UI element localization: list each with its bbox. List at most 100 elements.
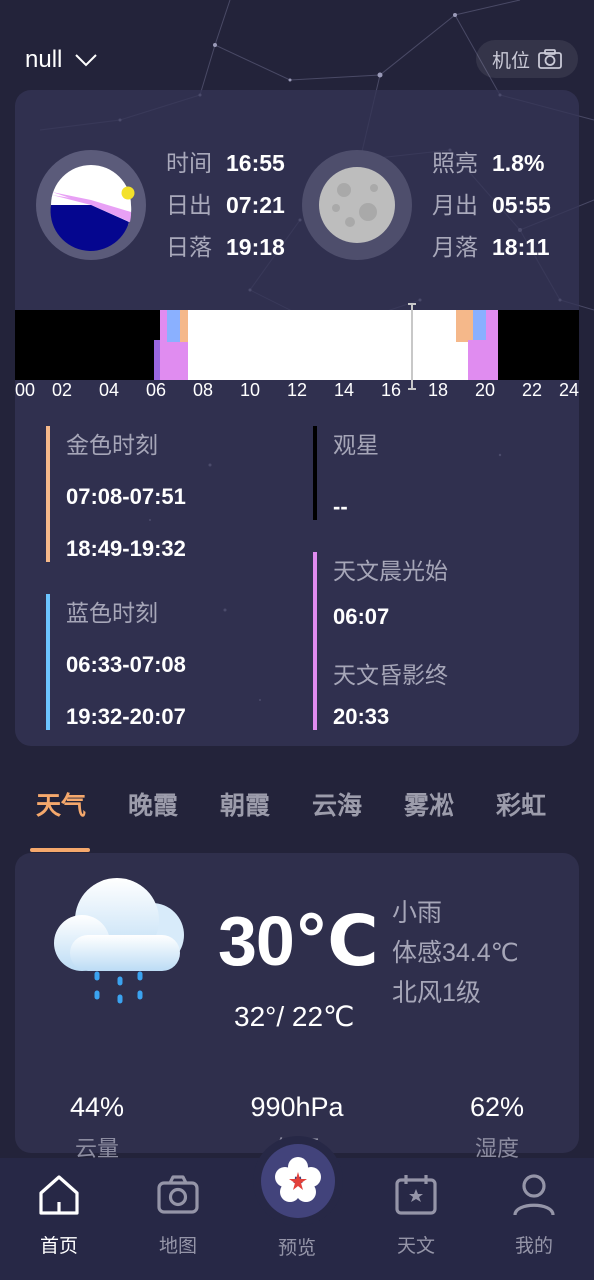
tab-cloud-sea[interactable]: 云海 (312, 786, 362, 822)
blue-hour-title: 蓝色时刻 (66, 600, 158, 626)
moon-illumination-label: 照亮 (432, 150, 478, 176)
tab-rainbow[interactable]: 彩虹 (496, 786, 546, 822)
active-tab-indicator (30, 848, 90, 852)
timeline-hour-tick: 16 (380, 380, 402, 400)
location-name: null (25, 46, 63, 73)
sun-time-row: 时间 16:55 (166, 142, 285, 184)
nav-astronomy-label: 天文 (396, 1236, 435, 1257)
nav-profile-label: 我的 (514, 1236, 553, 1257)
golden-hour-title: 金色时刻 (66, 432, 158, 458)
moon-illumination-row: 照亮 1.8% (432, 142, 551, 184)
sun-info: 时间 16:55 日出 07:21 日落 19:18 (166, 142, 285, 268)
timeline-daylight (188, 310, 469, 380)
timeline-hour-tick: 04 (98, 380, 120, 400)
location-selector[interactable]: null (25, 46, 98, 74)
user-icon (513, 1174, 555, 1216)
timeline-hour-tick: 18 (427, 380, 449, 400)
golden-hour-evening: 18:49-19:32 (66, 536, 186, 561)
moon-illumination-value: 1.8% (492, 150, 545, 176)
timeline-hour-tick: 06 (145, 380, 167, 400)
astro-dusk-title: 天文昏影终 (333, 662, 448, 688)
nav-preview-label: 预览 (277, 1238, 317, 1259)
moonrise-row: 月出 05:55 (432, 184, 551, 226)
sunrise-value: 07:21 (226, 192, 285, 218)
chevron-down-icon (75, 54, 98, 67)
humidity-stat: 62% 湿度 (470, 1092, 524, 1163)
timeline-hour-axis: 00 02 04 06 08 10 12 14 16 18 20 22 24 (15, 380, 579, 404)
top-bar: null 机位 (0, 0, 594, 90)
humidity-value: 62% (469, 1092, 525, 1122)
timeline-hour-tick: 12 (286, 380, 308, 400)
nav-home[interactable]: 首页 (14, 1172, 104, 1258)
moon-info: 照亮 1.8% 月出 05:55 月落 18:11 (432, 142, 551, 268)
nav-profile[interactable]: 我的 (489, 1172, 579, 1258)
cloud-cover-value: 44% (69, 1092, 125, 1122)
nav-home-label: 首页 (39, 1236, 78, 1257)
sunrise-row: 日出 07:21 (166, 184, 285, 226)
astronomical-twilight-block: 天文晨光始 06:07 天文昏影终 20:33 (313, 552, 563, 730)
moonset-value: 18:11 (492, 234, 550, 260)
forecast-tabs: 天气 晚霞 朝霞 云海 雾凇 彩虹 (0, 780, 594, 850)
moon-phase-dial (302, 150, 412, 260)
sunset-row: 日落 19:18 (166, 226, 285, 268)
tab-sunset-glow[interactable]: 晚霞 (128, 786, 178, 822)
timeline-hour-tick: 20 (474, 380, 496, 400)
tab-rime[interactable]: 雾凇 (404, 786, 454, 822)
golden-hour-block: 金色时刻 07:08-07:51 18:49-19:32 (46, 426, 296, 562)
timeline-hour-tick: 02 (51, 380, 73, 400)
stargazing-value: -- (333, 494, 348, 519)
tab-weather[interactable]: 天气 (36, 786, 86, 822)
sunrise-label: 日出 (166, 192, 212, 218)
moonset-row: 月落 18:11 (432, 226, 551, 268)
timeline-hour-tick: 22 (521, 380, 543, 400)
home-icon (39, 1175, 79, 1215)
feels-like: 体感34.4℃ (392, 939, 519, 967)
pressure-value: 990hPa (250, 1092, 344, 1122)
blue-hour-bar (46, 594, 50, 730)
tab-sunrise-glow[interactable]: 朝霞 (220, 786, 270, 822)
astro-dawn-title: 天文晨光始 (333, 558, 448, 584)
timeline-hour-tick: 08 (192, 380, 214, 400)
weather-condition: 小雨 (392, 899, 443, 927)
timeline-hour-tick: 14 (333, 380, 355, 400)
timeline-blue-dusk (473, 310, 487, 342)
camera-icon (157, 1175, 199, 1214)
sun-time-label: 时间 (166, 150, 212, 176)
nav-astronomy[interactable]: 天文 (371, 1172, 461, 1258)
golden-hour-bar (46, 426, 50, 562)
sunset-label: 日落 (166, 234, 212, 260)
camera-position-label: 机位 (491, 50, 530, 72)
wind-info: 北风1级 (392, 979, 481, 1007)
nav-map[interactable]: 地图 (133, 1172, 223, 1258)
moonrise-label: 月出 (432, 192, 478, 218)
light-rain-icon (54, 878, 184, 1004)
current-temperature: 30℃ (218, 902, 379, 980)
golden-hour-morning: 07:08-07:51 (66, 484, 186, 509)
sunset-value: 19:18 (226, 234, 285, 260)
stargazing-block: 观星 -- (313, 426, 563, 520)
blue-hour-block: 蓝色时刻 06:33-07:08 19:32-20:07 (46, 594, 296, 730)
camera-position-button[interactable]: 机位 (476, 40, 578, 78)
blue-hour-evening: 19:32-20:07 (66, 704, 186, 729)
nav-map-label: 地图 (158, 1236, 197, 1257)
nav-preview-button[interactable] (261, 1144, 335, 1218)
astro-dawn-value: 06:07 (333, 604, 390, 629)
timeline-astro-dusk (468, 340, 498, 380)
sun-time-value: 16:55 (226, 150, 285, 176)
weather-details: 小雨 体感34.4℃ 北风1级 (392, 893, 519, 1013)
moonrise-value: 05:55 (492, 192, 551, 218)
astro-dusk-value: 20:33 (333, 704, 390, 729)
timeline-golden-dusk (456, 310, 474, 342)
blue-hour-morning: 06:33-07:08 (66, 652, 186, 677)
flower-icon (275, 1157, 321, 1202)
cloud-cover-stat: 44% 云量 (70, 1092, 124, 1163)
astronomical-twilight-bar (313, 552, 317, 730)
timeline-hour-tick: 00 (14, 380, 36, 400)
stargazing-bar (313, 426, 317, 520)
timeline-hour-tick: 24 (558, 380, 580, 400)
temperature-range: 32°/ 22℃ (234, 1001, 355, 1032)
stargazing-title: 观星 (333, 432, 379, 458)
sun-position-dial (36, 150, 146, 260)
calendar-icon (395, 1175, 437, 1215)
moonset-label: 月落 (432, 234, 478, 260)
